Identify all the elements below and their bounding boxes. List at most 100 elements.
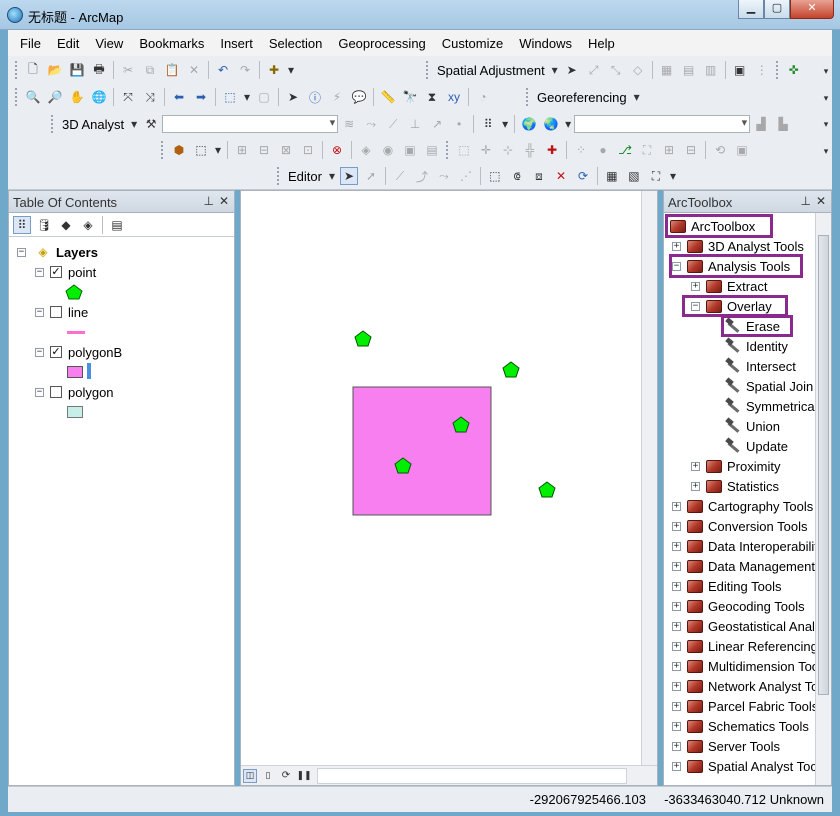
toolbox-item[interactable]: + Conversion Tools [672, 517, 807, 535]
dropdown-arrow-icon[interactable]: ▾ [328, 167, 336, 185]
tool-symmetrical[interactable]: Symmetrical [725, 397, 816, 415]
table-icon[interactable]: ▣ [731, 61, 749, 79]
layers-dataframe-row[interactable]: − ◈ Layers [17, 243, 98, 261]
shared-features-icon[interactable]: ▤ [423, 141, 441, 159]
select-features-icon[interactable]: ⬚ [221, 88, 239, 106]
zoom-in-icon[interactable]: 🔍 [24, 88, 42, 106]
expand-icon[interactable]: + [672, 681, 681, 691]
expand-icon[interactable]: + [672, 521, 681, 531]
menu-bookmarks[interactable]: Bookmarks [131, 36, 212, 51]
menu-edit[interactable]: Edit [49, 36, 87, 51]
interpolate-point-icon[interactable]: • [450, 115, 468, 133]
snap-end-icon[interactable]: ⊹ [499, 141, 517, 159]
forward-extent-icon[interactable]: ➡ [192, 88, 210, 106]
menu-help[interactable]: Help [580, 36, 623, 51]
expand-icon[interactable]: + [672, 661, 681, 671]
tool-intersect[interactable]: Intersect [725, 357, 796, 375]
route-icon[interactable]: ⁘ [572, 141, 590, 159]
validate-icon[interactable]: ⊗ [328, 141, 346, 159]
dropdown-arrow-icon[interactable]: ▾ [287, 61, 295, 79]
toolbox-item[interactable]: + Geocoding Tools [672, 597, 805, 615]
map-topology-icon[interactable]: ⬚ [192, 141, 210, 159]
trace-tool-icon[interactable]: ⤳ [435, 167, 453, 185]
hyperlink-icon[interactable]: ⚡ [328, 88, 346, 106]
spatial-adjustment-menu[interactable]: Spatial Adjustment [433, 63, 549, 78]
error-inspector-icon[interactable]: ▣ [401, 141, 419, 159]
point-feature[interactable] [538, 481, 556, 498]
schematic-update-icon[interactable]: ⟲ [711, 141, 729, 159]
toolbox-vertical-scrollbar[interactable] [815, 213, 831, 785]
menu-selection[interactable]: Selection [261, 36, 330, 51]
topology-edit-icon[interactable]: ⊞ [233, 141, 251, 159]
georeferencing-menu[interactable]: Georeferencing [533, 90, 631, 105]
reshape-edge-icon[interactable]: ⊟ [255, 141, 273, 159]
layer-row-line[interactable]: − line [35, 303, 88, 321]
dropdown-arrow-icon[interactable]: ▾ [214, 141, 222, 159]
expand-icon[interactable]: + [672, 581, 681, 591]
minimize-button[interactable]: ▁ [738, 0, 764, 19]
toolbox-item[interactable]: + Editing Tools [672, 577, 781, 595]
edit-annotation-icon[interactable]: ➚ [362, 167, 380, 185]
dropdown-arrow-icon[interactable]: ▾ [551, 61, 559, 79]
toolbox-item[interactable]: + Data Interoperability [672, 537, 816, 555]
toolbox-item[interactable]: + Geostatistical Analyst [672, 617, 816, 635]
split-icon[interactable]: ✕ [552, 167, 570, 185]
expand-icon[interactable]: + [672, 761, 681, 771]
menu-view[interactable]: View [87, 36, 131, 51]
modify-link-icon[interactable]: ⤡ [607, 61, 625, 79]
edgematch-icon[interactable]: ▥ [702, 61, 720, 79]
cut-polygons-icon[interactable]: ⧈ [530, 167, 548, 185]
endpoint-arc-icon[interactable]: ⤴ [413, 167, 431, 185]
fixed-zoom-out-icon[interactable]: ⤨ [141, 88, 159, 106]
view-link-table-icon[interactable]: ▦ [658, 61, 676, 79]
3d-layer-combobox[interactable] [162, 115, 339, 133]
open-icon[interactable]: 📂 [46, 61, 64, 79]
clear-selection-icon[interactable]: ▢ [255, 88, 273, 106]
expand-icon[interactable]: + [672, 641, 681, 651]
toolbar-grip[interactable] [15, 61, 19, 79]
menu-file[interactable]: File [12, 36, 49, 51]
list-by-source-icon[interactable]: 🛢 [35, 216, 53, 234]
histogram-icon[interactable]: ▟ [752, 115, 770, 133]
identify-icon[interactable]: ⓘ [306, 88, 324, 106]
toc-options-icon[interactable]: ▤ [108, 216, 126, 234]
expand-icon[interactable]: + [691, 481, 700, 491]
toolset-extract[interactable]: + Extract [691, 277, 767, 295]
find-route-icon[interactable]: ⧗ [423, 88, 441, 106]
adjust-icon[interactable]: ⋮ [753, 61, 771, 79]
menu-customize[interactable]: Customize [434, 36, 511, 51]
toolbar-grip[interactable] [161, 141, 165, 159]
layout-view-icon[interactable]: ▯ [261, 769, 275, 783]
new-displacement-link-icon[interactable]: ⤢ [585, 61, 603, 79]
tool-identity[interactable]: Identity [725, 337, 788, 355]
back-extent-icon[interactable]: ⬅ [170, 88, 188, 106]
save-icon[interactable]: 💾 [68, 61, 86, 79]
add-data-icon[interactable]: ✚ [265, 61, 283, 79]
html-popup-icon[interactable]: 💬 [350, 88, 368, 106]
straight-segment-icon[interactable]: ⟋ [391, 167, 409, 185]
copy-icon[interactable]: ⧉ [141, 61, 159, 79]
rotate-icon[interactable]: ⟳ [574, 167, 592, 185]
fixed-zoom-in-icon[interactable]: ⤧ [119, 88, 137, 106]
attributes-icon[interactable]: ▦ [603, 167, 621, 185]
toolbox-item[interactable]: + Schematics Tools [672, 717, 809, 735]
pause-drawing-icon[interactable]: ❚❚ [296, 769, 311, 783]
toolbox-item[interactable]: + Cartography Tools [672, 497, 813, 515]
validate-extent-icon[interactable]: ◈ [357, 141, 375, 159]
editor-menu[interactable]: Editor [284, 169, 326, 184]
expand-icon[interactable]: + [672, 561, 681, 571]
expand-icon[interactable]: + [672, 601, 681, 611]
toolbox-item[interactable]: + Server Tools [672, 737, 780, 755]
edit-vertices-icon[interactable]: ⬚ [486, 167, 504, 185]
collapse-icon[interactable]: − [17, 247, 26, 257]
expand-icon[interactable]: + [691, 281, 700, 291]
scrollbar-thumb[interactable] [818, 235, 829, 695]
schematic-icon[interactable]: ⎇ [616, 141, 634, 159]
go-to-xy-icon[interactable]: xy [445, 88, 463, 106]
toolbar-grip[interactable] [51, 115, 55, 133]
point-tool-icon[interactable]: ⋰ [457, 167, 475, 185]
network-icon[interactable]: ● [594, 141, 612, 159]
pan-icon[interactable]: ✋ [68, 88, 86, 106]
point-cloud-icon[interactable]: ⠿ [479, 115, 497, 133]
toolbar-options-icon[interactable]: ✜ [785, 61, 803, 79]
